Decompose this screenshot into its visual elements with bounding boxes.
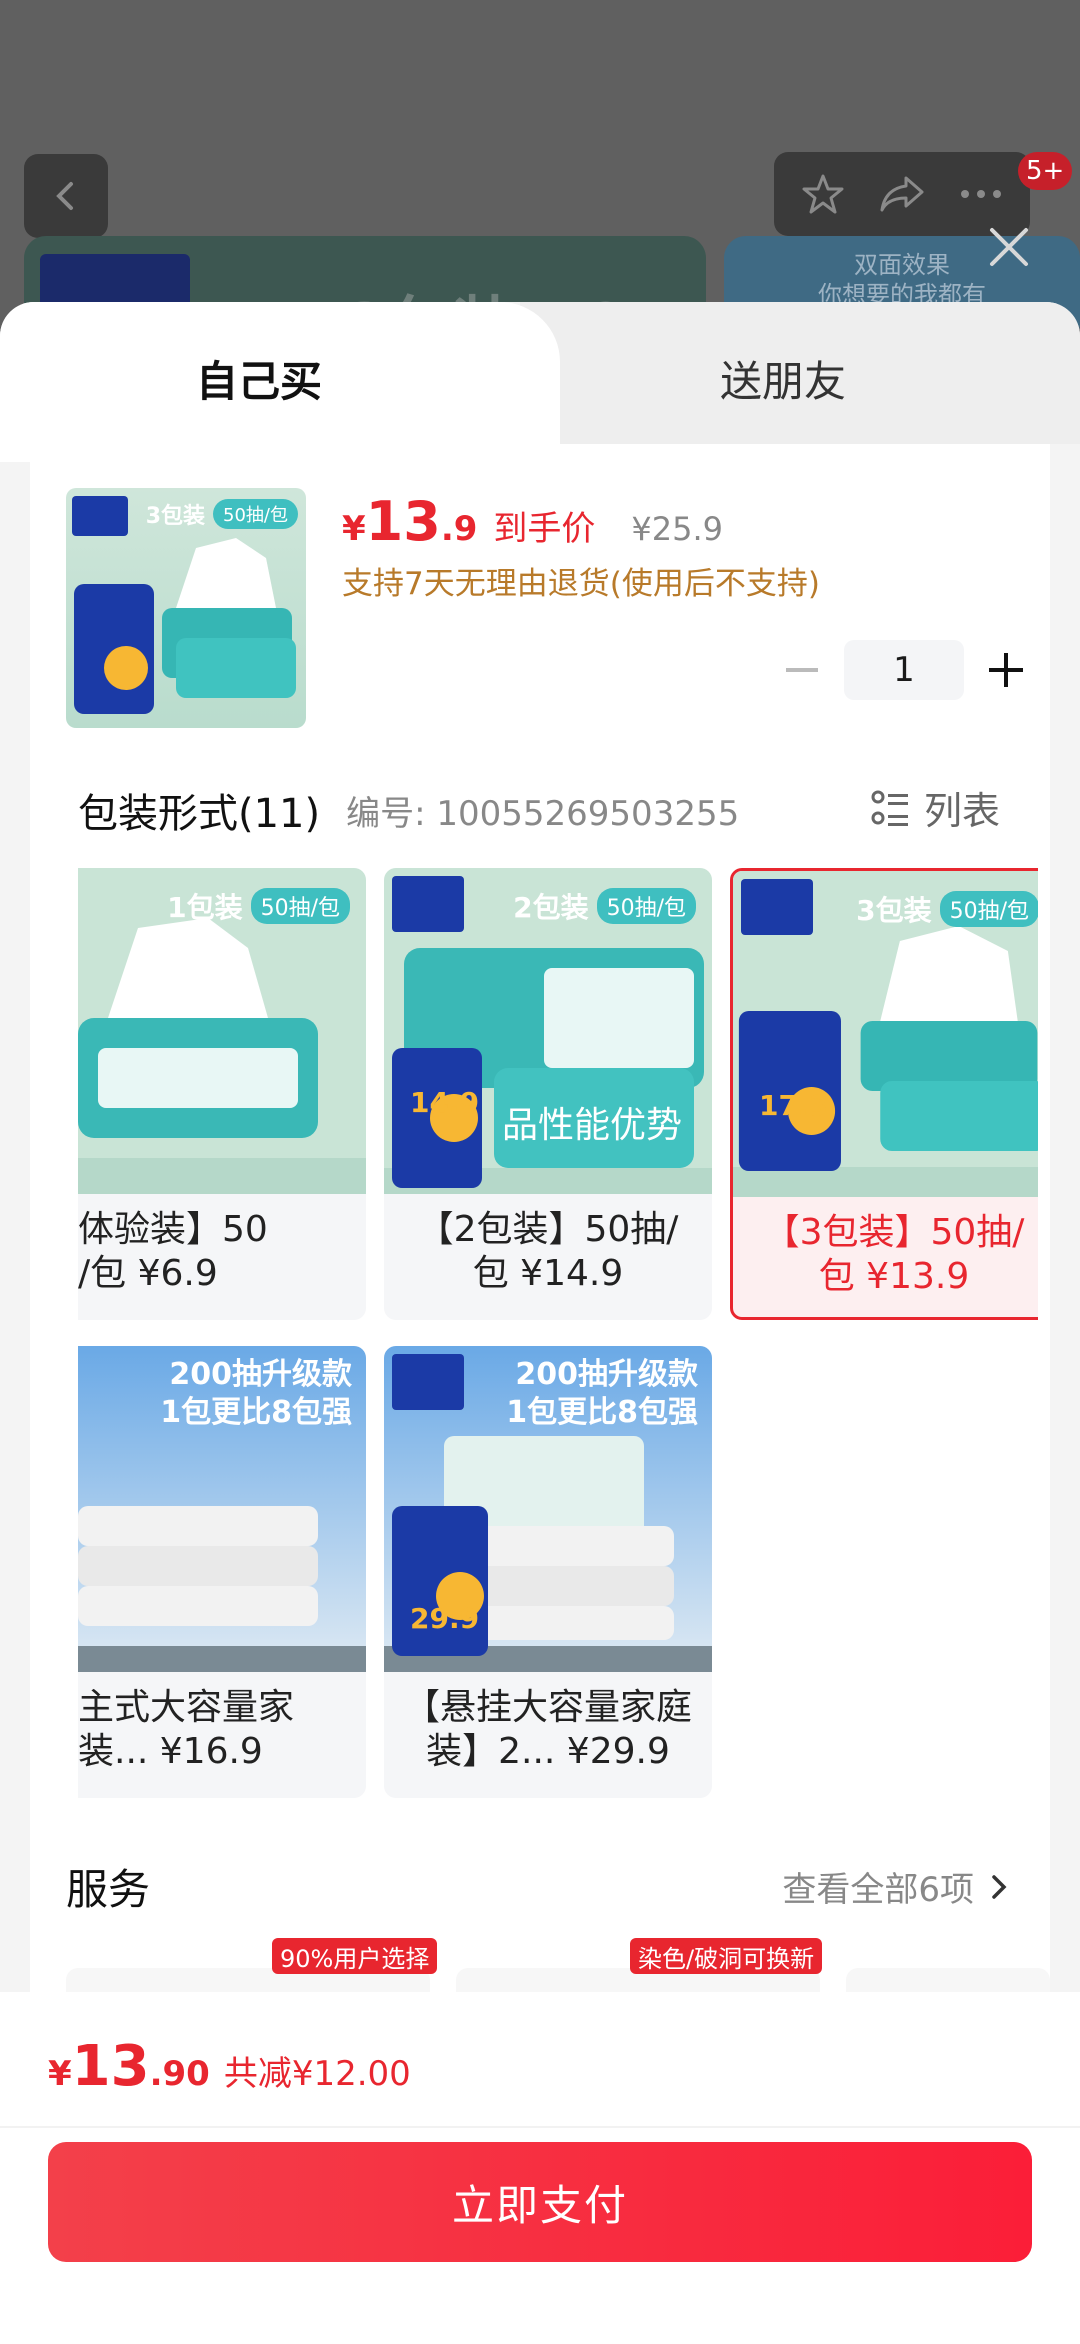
list-icon <box>871 790 908 826</box>
thumbnail-tag: 3包装 50抽/包 <box>146 498 298 530</box>
increase-button[interactable] <box>976 640 1036 700</box>
original-price: ¥25.9 <box>631 510 724 548</box>
tab-gift-friend[interactable]: 送朋友 <box>520 302 1080 444</box>
spec-options-grid: 1包装 50抽/包 体验装】50 /包 ¥6.9 2包装 50抽/包 品性能优势… <box>78 868 1038 1828</box>
quantity-stepper: 1 <box>772 640 1036 700</box>
option-price-badge: 29.9 <box>410 1602 480 1635</box>
quantity-value[interactable]: 1 <box>844 640 964 700</box>
spec-option-1pack[interactable]: 1包装 50抽/包 体验装】50 /包 ¥6.9 <box>78 868 366 1320</box>
total-currency: ¥ <box>48 2054 72 2094</box>
sheet-content: 3包装 50抽/包 ¥ 13 .9 到手价 ¥25.9 支持7天无理由退货(使用… <box>30 444 1050 2044</box>
option-headline: 200抽升级款 1包更比8包强 <box>506 1357 698 1430</box>
option-tag: 3包装 50抽/包 <box>856 889 1038 929</box>
list-label: 列表 <box>923 789 1000 833</box>
price-line: ¥ 13 .9 到手价 ¥25.9 <box>342 490 723 553</box>
more-icon[interactable] <box>957 186 1005 202</box>
decrease-button[interactable] <box>772 640 832 700</box>
cart-count-badge: 5+ <box>1018 152 1073 190</box>
plus-icon <box>989 653 1023 687</box>
option-label: 【2包装】50抽/ 包 ¥14.9 <box>417 1209 679 1294</box>
price-currency: ¥ <box>342 509 366 549</box>
service-view-all[interactable]: 查看全部6项 <box>782 1862 1014 1911</box>
option-label: 主式大容量家 装... ¥16.9 <box>78 1687 295 1772</box>
chevron-left-icon <box>56 182 73 210</box>
return-policy-note: 支持7天无理由退货(使用后不支持) <box>342 566 820 602</box>
option-price-badge: 17.3 <box>759 1089 829 1122</box>
spec-option-hanging-family[interactable]: 200抽升级款 1包更比8包强 29.9 【悬挂大容量家庭 装】2... ¥29… <box>384 1346 712 1798</box>
option-label: 【3包装】50抽/ 包 ¥13.9 <box>763 1212 1025 1297</box>
spec-option-3pack[interactable]: 3包装 50抽/包 17.3 【3包装】50抽/ 包 ¥13.9 <box>730 868 1038 1320</box>
spec-option-2pack[interactable]: 2包装 50抽/包 品性能优势 14.9 【2包装】50抽/ 包 ¥14.9 <box>384 868 712 1320</box>
footer-divider <box>0 2126 1080 2128</box>
product-code: 编号: 10055269503255 <box>346 793 740 834</box>
tab-label: 送朋友 <box>720 357 847 406</box>
back-button[interactable] <box>24 154 108 238</box>
tab-buy-self[interactable]: 自己买 <box>0 302 560 462</box>
pay-now-button[interactable]: 立即支付 <box>48 2142 1032 2262</box>
chevron-right-icon <box>992 1874 1007 1899</box>
price-decimal: .9 <box>440 509 478 549</box>
service-tag: 染色/破洞可换新 <box>630 1938 823 1974</box>
option-overlay-text: 品性能优势 <box>502 1105 683 1146</box>
list-view-toggle[interactable]: 列表 <box>870 780 1000 835</box>
service-tag: 90%用户选择 <box>272 1938 438 1974</box>
share-icon[interactable] <box>876 170 928 218</box>
total-price: ¥ 13 .90 共减¥12.00 <box>48 2034 411 2099</box>
tab-label: 自己买 <box>196 357 323 406</box>
price-label: 到手价 <box>493 509 596 549</box>
option-tag: 1包装 50抽/包 <box>167 886 350 926</box>
brand-logo <box>392 876 464 932</box>
service-title: 服务 <box>66 1865 151 1914</box>
product-thumbnail: 3包装 50抽/包 <box>66 488 306 728</box>
total-integer: 13 <box>71 2034 150 2099</box>
option-label: 体验装】50 /包 ¥6.9 <box>78 1209 268 1294</box>
option-tag: 2包装 50抽/包 <box>513 886 696 926</box>
option-label: 【悬挂大容量家庭 装】2... ¥29.9 <box>403 1687 692 1772</box>
star-icon[interactable] <box>799 170 847 218</box>
spec-title: 包装形式(11) <box>78 791 321 837</box>
purchase-tabs: 送朋友 自己买 <box>0 302 1080 462</box>
brand-logo <box>741 879 813 935</box>
price-integer: 13 <box>365 490 441 553</box>
spec-header: 包装形式(11) 编号: 10055269503255 列表 <box>78 780 1020 840</box>
minus-icon <box>786 668 818 672</box>
spec-option-bulk-family[interactable]: 200抽升级款 1包更比8包强 主式大容量家 装... ¥16.9 <box>78 1346 366 1798</box>
checkout-footer: ¥ 13 .90 共减¥12.00 立即支付 <box>0 1992 1080 2344</box>
option-price-badge: 14.9 <box>410 1086 480 1119</box>
discount-total: 共减¥12.00 <box>223 2054 411 2094</box>
close-icon[interactable] <box>984 222 1034 272</box>
brand-logo <box>392 1354 464 1410</box>
option-headline: 200抽升级款 1包更比8包强 <box>160 1357 352 1430</box>
total-decimal: .90 <box>149 2054 210 2094</box>
